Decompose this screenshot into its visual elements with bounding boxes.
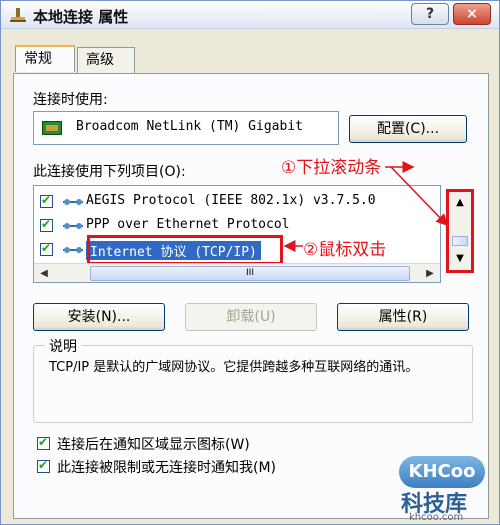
window-title: 本地连接 属性 xyxy=(33,8,129,26)
component-checkbox[interactable] xyxy=(40,193,53,208)
description-group xyxy=(33,345,473,423)
properties-dialog: 本地连接 属性 ? × 常规 高级 连接时使用: Broadcom NetLin… xyxy=(0,0,500,525)
horizontal-scrollbar[interactable]: ◀ III ▶ xyxy=(34,263,440,282)
adapter-field: Broadcom NetLink (TM) Gigabit xyxy=(33,111,339,145)
scroll-thumb[interactable]: III xyxy=(90,266,410,281)
network-card-icon xyxy=(42,121,62,135)
show-icon-label[interactable]: 连接后在通知区域显示图标(W) xyxy=(57,434,250,454)
protocol-icon xyxy=(63,199,83,205)
uninstall-button[interactable]: 卸载(U) xyxy=(185,303,317,331)
components-label: 此连接使用下列项目(O): xyxy=(33,164,186,180)
watermark-badge: KHCoo xyxy=(399,456,485,488)
scroll-down-icon[interactable]: ▼ xyxy=(453,252,467,266)
scroll-left-icon[interactable]: ◀ xyxy=(36,266,52,281)
watermark-logo: KHCoo 科技库 khcoo.com xyxy=(391,456,500,525)
network-connection-icon xyxy=(10,8,26,22)
component-checkbox[interactable] xyxy=(40,217,53,232)
description-title: 说明 xyxy=(45,336,81,356)
description-text: TCP/IP 是默认的广域网协议。它提供跨越多种互联网络的通讯。 xyxy=(49,360,419,375)
component-name: AEGIS Protocol (IEEE 802.1x) v3.7.5.0 xyxy=(86,193,376,208)
help-button[interactable]: ? xyxy=(411,3,449,25)
scroll-thumb[interactable] xyxy=(452,236,468,246)
list-item[interactable]: PPP over Ethernet Protocol xyxy=(40,216,430,236)
component-name: PPP over Ethernet Protocol xyxy=(86,217,290,232)
vertical-scrollbar[interactable]: ▲ ▼ xyxy=(446,189,474,273)
tab-advanced[interactable]: 高级 xyxy=(77,47,135,73)
protocol-icon xyxy=(63,223,83,229)
title-bar[interactable]: 本地连接 属性 ? × xyxy=(1,1,499,29)
notify-label[interactable]: 此连接被限制或无连接时通知我(M) xyxy=(57,457,276,477)
watermark-url: khcoo.com xyxy=(409,512,464,523)
annotation-scroll: ①下拉滚动条 xyxy=(281,158,382,178)
properties-button[interactable]: 属性(R) xyxy=(337,303,469,331)
show-icon-checkbox[interactable] xyxy=(37,435,50,450)
component-checkbox[interactable] xyxy=(40,241,53,256)
tab-general[interactable]: 常规 xyxy=(15,45,75,72)
notify-checkbox[interactable] xyxy=(37,458,50,473)
list-item[interactable]: AEGIS Protocol (IEEE 802.1x) v3.7.5.0 xyxy=(40,192,430,212)
connect-using-label: 连接时使用: xyxy=(33,92,108,108)
adapter-name: Broadcom NetLink (TM) Gigabit xyxy=(76,119,303,134)
close-button[interactable]: × xyxy=(453,3,491,25)
annotation-double-click: ②鼠标双击 xyxy=(303,240,387,260)
scroll-up-icon[interactable]: ▲ xyxy=(453,196,467,210)
tcp-ip-highlight xyxy=(87,235,283,265)
configure-button[interactable]: 配置(C)... xyxy=(349,115,467,143)
protocol-icon xyxy=(63,247,83,253)
scroll-right-icon[interactable]: ▶ xyxy=(422,266,438,281)
install-button[interactable]: 安装(N)... xyxy=(33,303,165,331)
